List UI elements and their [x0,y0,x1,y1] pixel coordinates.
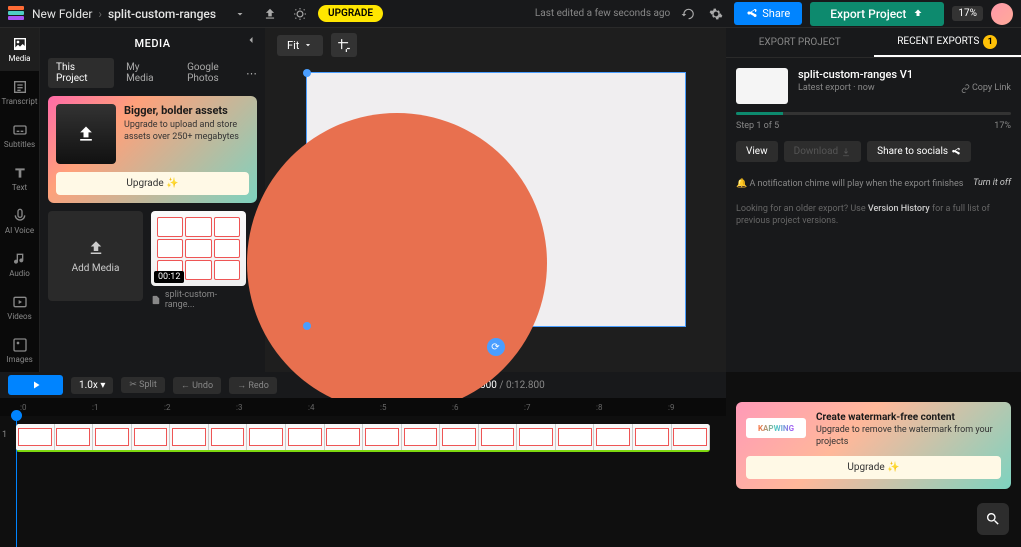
resize-handle-tl[interactable] [303,69,311,77]
collapse-icon[interactable] [245,34,257,49]
tab-recent-exports[interactable]: RECENT EXPORTS1 [874,28,1021,57]
exports-count-badge: 1 [983,35,997,49]
sidebar-item-text[interactable]: Text [0,157,39,200]
export-title: split-custom-ranges V1 [798,68,1011,81]
watermark-title: Create watermark-free content [816,412,1001,423]
tool-sidebar: Media Transcript Subtitles Text AI Voice… [0,28,40,372]
duration-badge: 00:12 [154,271,184,283]
promo-desc: Upgrade to upload and store assets over … [124,120,249,143]
tab-my-media[interactable]: My Media [118,58,175,88]
chime-notice: 🔔 A notification chime will play when th… [736,178,965,191]
promo-title: Bigger, bolder assets [124,104,249,117]
breadcrumb-sep: › [98,7,102,21]
project-name[interactable]: split-custom-ranges [108,7,216,21]
tab-this-project[interactable]: This Project [48,58,114,88]
fit-button[interactable]: Fit [277,35,323,56]
gear-icon[interactable] [706,4,726,24]
export-percent: 17% [952,6,983,21]
download-button[interactable]: Download [784,141,862,162]
tab-export-project[interactable]: EXPORT PROJECT [726,28,874,57]
chevron-down-icon[interactable] [230,4,250,24]
sidebar-item-aivoice[interactable]: AI Voice [0,200,39,243]
logo[interactable] [8,6,24,22]
crop-button[interactable] [331,33,357,57]
export-meta: Latest export · now [798,83,875,93]
undo-button[interactable]: ← Undo [173,377,221,394]
export-project-button[interactable]: Export Project [810,2,944,26]
canvas[interactable]: ⟳ [306,72,686,327]
version-history-link[interactable]: Version History [868,204,930,214]
track-label: 1 [2,430,7,440]
media-panel-title: MEDIA [40,28,265,58]
sidebar-item-audio[interactable]: Audio [0,243,39,286]
timeline-ruler[interactable]: :0 :1 :2 :3 :4 :5 :6 :7 :8 :9 [0,398,726,416]
rotate-handle[interactable]: ⟳ [487,338,505,356]
upload-icon[interactable] [260,4,280,24]
turn-off-button[interactable]: Turn it off [973,178,1011,188]
sidebar-item-videos[interactable]: Videos [0,286,39,329]
view-button[interactable]: View [736,141,778,162]
add-media-button[interactable]: Add Media [48,211,143,301]
kapwing-logo: KAPWING [746,418,806,438]
zoom-select[interactable]: 1.0x ▾ [71,377,113,394]
older-export-text: Looking for an older export? Use Version… [736,203,1011,228]
share-button[interactable]: Share [734,2,802,25]
watermark-upgrade-button[interactable]: Upgrade ✨ [746,456,1001,479]
last-edited: Last edited a few seconds ago [535,8,670,19]
video-track[interactable] [16,424,710,452]
folder-name[interactable]: New Folder [32,7,92,21]
progress-percent: 17% [994,121,1011,131]
watermark-desc: Upgrade to remove the watermark from you… [816,425,1001,448]
media-item-label: split-custom-range... [151,286,246,314]
share-socials-button[interactable]: Share to socials [867,141,971,162]
sidebar-item-subtitles[interactable]: Subtitles [0,114,39,157]
promo-upgrade-button[interactable]: Upgrade ✨ [56,172,249,195]
upgrade-button[interactable]: UPGRADE [318,5,383,22]
avatar[interactable] [991,3,1013,25]
promo-image [56,104,116,164]
play-button[interactable] [8,375,63,395]
media-item[interactable]: 00:12 split-custom-range... [151,211,246,314]
breadcrumb: New Folder › split-custom-ranges [32,7,216,21]
watermark-promo: KAPWING Create watermark-free content Up… [736,402,1011,489]
more-icon[interactable]: ⋯ [246,67,257,80]
canvas-shape[interactable] [247,113,547,413]
sidebar-item-images[interactable]: Images [0,329,39,372]
progress-step: Step 1 of 5 [736,121,779,131]
upgrade-promo: Bigger, bolder assets Upgrade to upload … [48,96,257,203]
export-thumbnail[interactable] [736,68,788,104]
search-button[interactable] [977,503,1009,535]
progress-bar [736,112,1011,115]
sidebar-item-media[interactable]: Media [0,28,39,71]
copy-link-button[interactable]: Copy Link [961,83,1011,93]
redo-button[interactable]: → Redo [229,377,277,394]
history-icon[interactable] [678,4,698,24]
resize-handle-bl[interactable] [303,322,311,330]
sun-icon[interactable] [290,4,310,24]
split-button[interactable]: ✂ Split [121,377,165,393]
sidebar-item-transcript[interactable]: Transcript [0,71,39,114]
